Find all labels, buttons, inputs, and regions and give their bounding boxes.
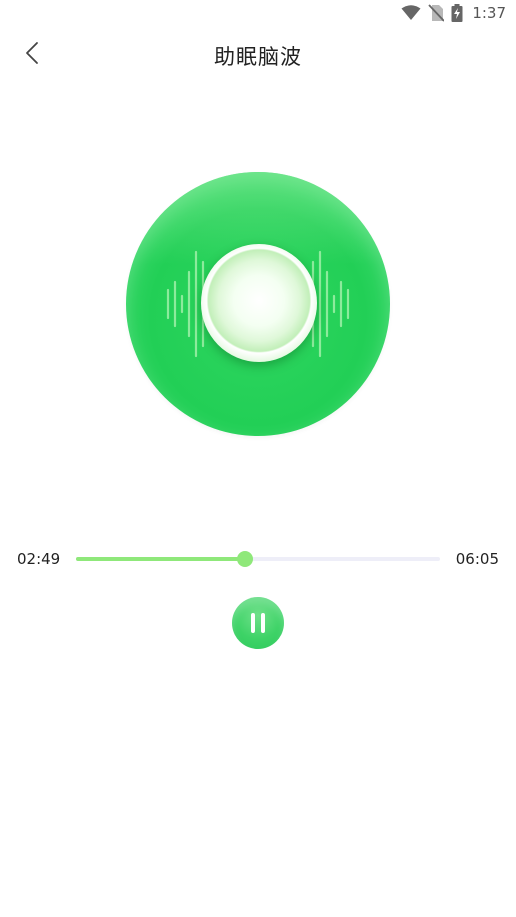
total-time: 06:05 (455, 550, 499, 568)
status-bar: 1:37 (0, 0, 516, 30)
disc-center-glow (201, 244, 317, 362)
wifi-icon (401, 5, 421, 21)
status-time: 1:37 (472, 4, 506, 22)
progress-fill (76, 557, 245, 561)
progress-slider[interactable] (76, 551, 440, 567)
page-title: 助眠脑波 (214, 45, 302, 69)
brainwave-disc (126, 172, 390, 436)
progress-row: 02:49 06:05 (0, 546, 516, 574)
progress-thumb[interactable] (236, 551, 253, 567)
no-sim-icon (428, 4, 445, 22)
header: 助眠脑波 (0, 30, 516, 80)
current-time: 02:49 (17, 550, 61, 568)
pause-button[interactable] (232, 597, 284, 649)
battery-charging-icon (451, 4, 463, 22)
